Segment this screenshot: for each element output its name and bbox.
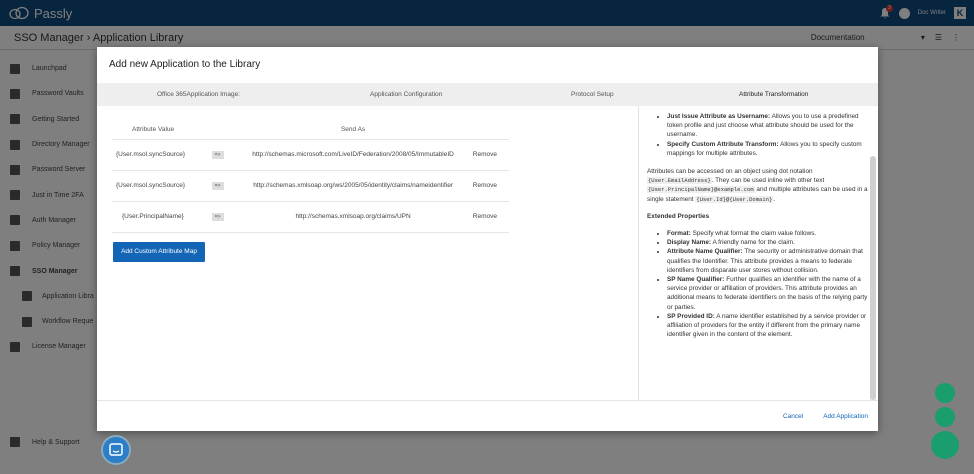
attribute-value-cell: {User.msol.syncSource} <box>112 139 212 171</box>
step-protocol-setup[interactable]: Protocol Setup <box>571 91 614 98</box>
upload-fab[interactable] <box>935 383 955 403</box>
scrolled-radio-option[interactable] <box>112 106 622 116</box>
list-item: Display Name: A friendly name for the cl… <box>667 238 868 247</box>
list-item: Format: Specify what format the claim va… <box>667 229 868 238</box>
arrow-icon: => <box>211 150 224 159</box>
header-attribute-value: Attribute Value <box>112 120 212 140</box>
code-snippet: {User.PrincipalName}@example.com <box>647 186 755 194</box>
cancel-button[interactable]: Cancel <box>783 413 803 420</box>
modal-footer: Cancel Add Application <box>97 400 878 431</box>
table-row: {User.msol.syncSource} => http://schemas… <box>112 170 509 202</box>
help-term: Just Issue Attribute as Username: <box>667 113 771 120</box>
add-fab[interactable] <box>931 431 959 459</box>
code-snippet: {User.EmailAddress} <box>647 177 712 185</box>
list-item: Attribute Name Qualifier: The security o… <box>667 247 868 275</box>
attribute-map-panel: Attribute Value Send As {User.msol.syncS… <box>112 106 622 262</box>
list-item: Just Issue Attribute as Username: Allows… <box>667 112 868 140</box>
attribute-value-cell: {User.PrincipalName} <box>112 201 212 233</box>
remove-link[interactable]: Remove <box>472 201 509 233</box>
step-application-image[interactable]: Office 365Application Image: <box>157 91 240 98</box>
attribute-table: Attribute Value Send As {User.msol.syncS… <box>112 120 509 233</box>
list-item: Specify Custom Attribute Transform: Allo… <box>667 140 868 158</box>
help-term: Specify Custom Attribute Transform: <box>667 140 779 148</box>
code-snippet: {User.Id}@{User.Domain} <box>695 195 774 203</box>
send-as-cell: http://schemas.microsoft.com/LiveID/Fede… <box>233 139 473 171</box>
help-panel: Just Issue Attribute as Username: Allows… <box>638 106 868 400</box>
step-attribute-transformation[interactable]: Attribute Transformation <box>739 91 808 98</box>
modal-title: Add new Application to the Library <box>109 59 261 70</box>
scrollbar-thumb[interactable] <box>870 156 876 400</box>
send-as-cell: http://schemas.xmlsoap.org/ws/2005/05/id… <box>233 170 473 202</box>
list-item: SP Name Qualifier: Further qualifies an … <box>667 275 868 312</box>
chat-icon <box>109 443 123 456</box>
arrow-icon: => <box>211 212 224 221</box>
extended-properties-heading: Extended Properties <box>647 212 710 220</box>
remove-link[interactable]: Remove <box>472 139 509 171</box>
header-send-as: Send As <box>233 120 473 140</box>
chat-launcher-button[interactable] <box>101 435 131 465</box>
list-item: SP Provided ID: A name identifier establ… <box>667 312 868 340</box>
table-row: {User.PrincipalName} => http://schemas.x… <box>112 201 509 233</box>
stepper: Office 365Application Image: Application… <box>97 83 878 106</box>
attribute-value-cell: {User.msol.syncSource} <box>112 170 212 202</box>
remove-link[interactable]: Remove <box>472 170 509 202</box>
help-paragraph: Attributes can be accessed on an object … <box>647 168 868 203</box>
send-as-cell: http://schemas.xmlsoap.org/claims/UPN <box>233 201 473 233</box>
book-fab[interactable] <box>935 407 955 427</box>
add-application-modal: Add new Application to the Library Offic… <box>97 47 878 431</box>
add-custom-attribute-map-button[interactable]: Add Custom Attribute Map <box>113 241 205 262</box>
step-application-configuration[interactable]: Application Configuration <box>370 91 442 98</box>
modal-content: Attribute Value Send As {User.msol.syncS… <box>97 106 878 400</box>
table-row: {User.msol.syncSource} => http://schemas… <box>112 139 509 171</box>
add-application-button[interactable]: Add Application <box>823 413 868 420</box>
arrow-icon: => <box>211 181 224 190</box>
